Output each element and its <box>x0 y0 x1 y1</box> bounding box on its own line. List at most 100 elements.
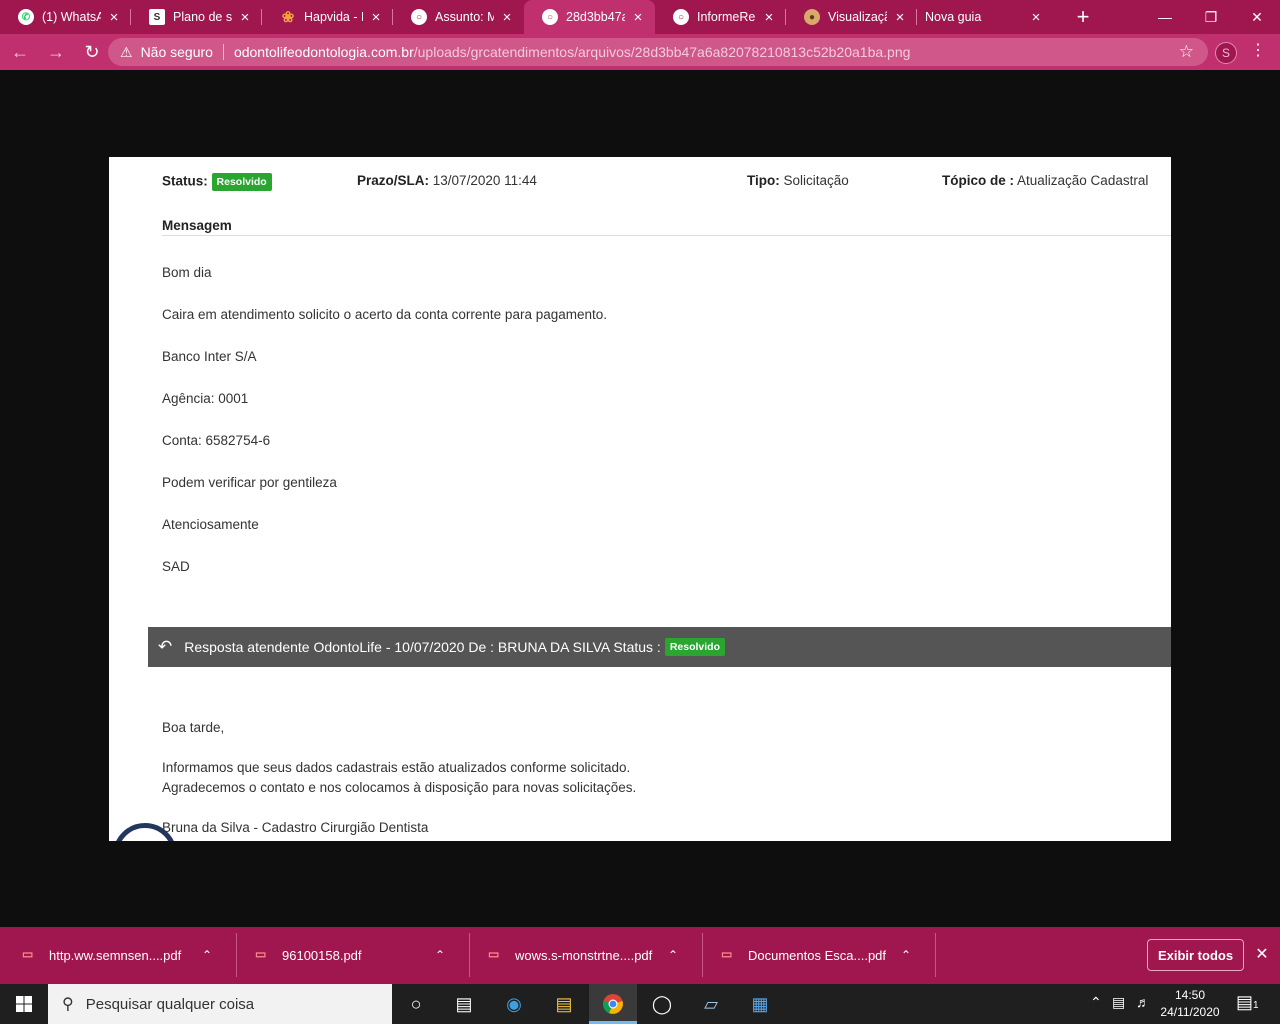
download-item[interactable]: ▭ wows.s-monstrtne....pdf ⌃ <box>466 935 699 975</box>
chevron-up-icon[interactable]: ⌃ <box>663 948 683 962</box>
pdf-file-icon: ▭ <box>255 947 267 961</box>
clock-date: 24/11/2020 <box>1160 1005 1220 1019</box>
tipo-field: Tipo: Solicitação <box>747 173 849 188</box>
task-view-icon[interactable]: ▤ <box>450 990 478 1018</box>
close-icon[interactable]: × <box>1029 9 1043 26</box>
tab-strip: ✆ (1) WhatsAp × S Plano de saú × ❀ Hapvi… <box>0 0 1280 34</box>
reload-icon[interactable]: ↻ <box>76 42 108 63</box>
tab-title: InformeRend <box>697 10 756 24</box>
close-icon[interactable]: × <box>762 9 776 26</box>
download-name: http.ww.semnsen....pdf <box>49 947 182 963</box>
close-icon[interactable]: × <box>369 9 383 26</box>
search-placeholder: Pesquisar qualquer coisa <box>85 995 255 1013</box>
tab-active-image[interactable]: ○ 28d3bb47a6 × <box>524 0 655 34</box>
sla-value: 13/07/2020 11:44 <box>432 173 537 188</box>
globe-icon: ○ <box>673 9 689 25</box>
photos-app-icon[interactable]: ▦ <box>746 990 774 1018</box>
tab-assunto[interactable]: ○ Assunto: ME × <box>393 0 524 34</box>
reply-icon: ↶ <box>158 637 173 656</box>
clock-time: 14:50 <box>1174 988 1206 1002</box>
system-clock[interactable]: 14:50 24/11/2020 <box>1154 987 1226 1021</box>
sla-field: Prazo/SLA: 13/07/2020 11:44 <box>357 173 537 188</box>
download-item[interactable]: ▭ Documentos Esca....pdf ⌃ <box>699 935 932 975</box>
profile-avatar[interactable]: S <box>1215 42 1237 64</box>
chevron-up-icon[interactable]: ⌃ <box>430 948 450 962</box>
download-item[interactable]: ▭ http.ww.semnsen....pdf ⌃ <box>0 935 233 975</box>
tab-title: Assunto: ME <box>435 10 494 24</box>
globe-icon: ○ <box>411 9 427 25</box>
tab-title: (1) WhatsAp <box>42 10 101 24</box>
volume-icon[interactable]: ♬ <box>1136 994 1150 1010</box>
message-line: Caira em atendimento solicito o acerto d… <box>162 307 608 322</box>
chevron-up-icon[interactable]: ⌃ <box>896 948 916 962</box>
show-all-downloads-button[interactable]: Exibir todos <box>1147 939 1244 971</box>
url-path: /uploads/grcatendimentos/arquivos/28d3bb… <box>413 44 911 60</box>
new-tab-button[interactable]: + <box>1071 4 1095 30</box>
page-viewport: Status: Resolvido Prazo/SLA: 13/07/2020 … <box>0 70 1280 927</box>
windows-start-button[interactable] <box>0 984 48 1024</box>
bookmark-star-icon[interactable]: ☆ <box>1179 42 1194 62</box>
address-bar[interactable]: ⚠ Não seguro odontolifeodontologia.com.b… <box>108 38 1208 66</box>
tipo-value: Solicitação <box>783 173 849 188</box>
status-badge: Resolvido <box>211 173 272 191</box>
tab-plano-de-saude[interactable]: S Plano de saú × <box>131 0 262 34</box>
message-line: Banco Inter S/A <box>162 349 257 364</box>
back-arrow-icon[interactable]: ← <box>4 42 36 63</box>
message-line: SAD <box>162 559 190 574</box>
message-line: Atenciosamente <box>162 517 259 532</box>
close-icon[interactable]: ✕ <box>1252 944 1272 964</box>
status-field: Status: Resolvido <box>162 173 272 191</box>
close-icon[interactable]: × <box>893 9 907 26</box>
download-item[interactable]: ▭ 96100158.pdf ⌃ <box>233 935 466 975</box>
chevron-up-icon[interactable]: ⌃ <box>197 948 217 962</box>
globe-icon: ○ <box>542 9 558 25</box>
taskbar: ⚲ Pesquisar qualquer coisa ○ ▤ ◉ ▤ ◯ ▱ ▦… <box>0 984 1280 1024</box>
topico-value: Atualização Cadastral <box>1017 173 1149 188</box>
pdf-file-icon: ▭ <box>22 947 34 961</box>
cortana-icon[interactable]: ○ <box>402 990 430 1018</box>
tab-hapvida[interactable]: ❀ Hapvida - Pl × <box>262 0 393 34</box>
topico-label: Tópico de : <box>942 173 1014 188</box>
url-domain: odontolifeodontologia.com.br <box>233 44 414 60</box>
taskbar-search-input[interactable]: ⚲ Pesquisar qualquer coisa <box>48 984 392 1024</box>
close-window-button[interactable]: ✕ <box>1234 0 1280 34</box>
minimize-button[interactable]: — <box>1142 0 1188 34</box>
tab-informe-rend[interactable]: ○ InformeRend × <box>655 0 786 34</box>
shield-app-icon[interactable]: ◯ <box>648 990 676 1018</box>
file-explorer-icon[interactable]: ▤ <box>550 990 578 1018</box>
chrome-logo-icon <box>603 994 623 1014</box>
chrome-icon[interactable] <box>599 990 627 1018</box>
notification-count: 1 <box>1253 1000 1259 1011</box>
forward-arrow-icon[interactable]: → <box>40 42 72 63</box>
message-heading: Mensagem <box>162 218 232 233</box>
sla-label: Prazo/SLA: <box>357 173 430 188</box>
notification-center-icon[interactable]: ▤1 <box>1236 992 1259 1013</box>
restore-button[interactable]: ❐ <box>1188 0 1234 34</box>
tab-whatsapp[interactable]: ✆ (1) WhatsAp × <box>0 0 131 34</box>
close-icon[interactable]: × <box>107 9 121 26</box>
tab-nova-guia[interactable]: Nova guia × <box>917 0 1053 34</box>
network-icon[interactable]: ▤ <box>1112 994 1125 1011</box>
close-icon[interactable]: × <box>631 9 645 26</box>
response-header-bar: ↶ Resposta atendente OdontoLife - 10/07/… <box>148 627 1171 667</box>
tab-title: Visualização <box>828 10 887 24</box>
tab-title: 28d3bb47a6 <box>566 10 625 24</box>
response-header-text: Resposta atendente OdontoLife - 10/07/20… <box>184 639 661 655</box>
hapvida-icon: ❀ <box>281 9 295 26</box>
browser-toolbar: ← → ↻ ⚠ Não seguro odontolifeodontologia… <box>0 34 1280 70</box>
more-menu-icon[interactable]: ⋮ <box>1250 40 1266 60</box>
s-logo-icon: S <box>149 9 165 25</box>
divider <box>162 235 1171 236</box>
close-icon[interactable]: × <box>238 9 252 26</box>
chevron-up-icon[interactable]: ⌃ <box>1090 994 1102 1011</box>
edge-icon[interactable]: ◉ <box>500 990 528 1018</box>
downloads-bar: ▭ http.ww.semnsen....pdf ⌃ ▭ 96100158.pd… <box>0 927 1280 984</box>
close-icon[interactable]: × <box>500 9 514 26</box>
notes-app-icon[interactable]: ▱ <box>697 990 725 1018</box>
windows-logo-icon <box>16 996 32 1012</box>
tab-visualizacao[interactable]: ● Visualização × <box>786 0 917 34</box>
tipo-label: Tipo: <box>747 173 780 188</box>
search-icon: ⚲ <box>62 996 74 1013</box>
warning-icon: ⚠ <box>120 43 133 60</box>
download-name: 96100158.pdf <box>282 947 362 963</box>
